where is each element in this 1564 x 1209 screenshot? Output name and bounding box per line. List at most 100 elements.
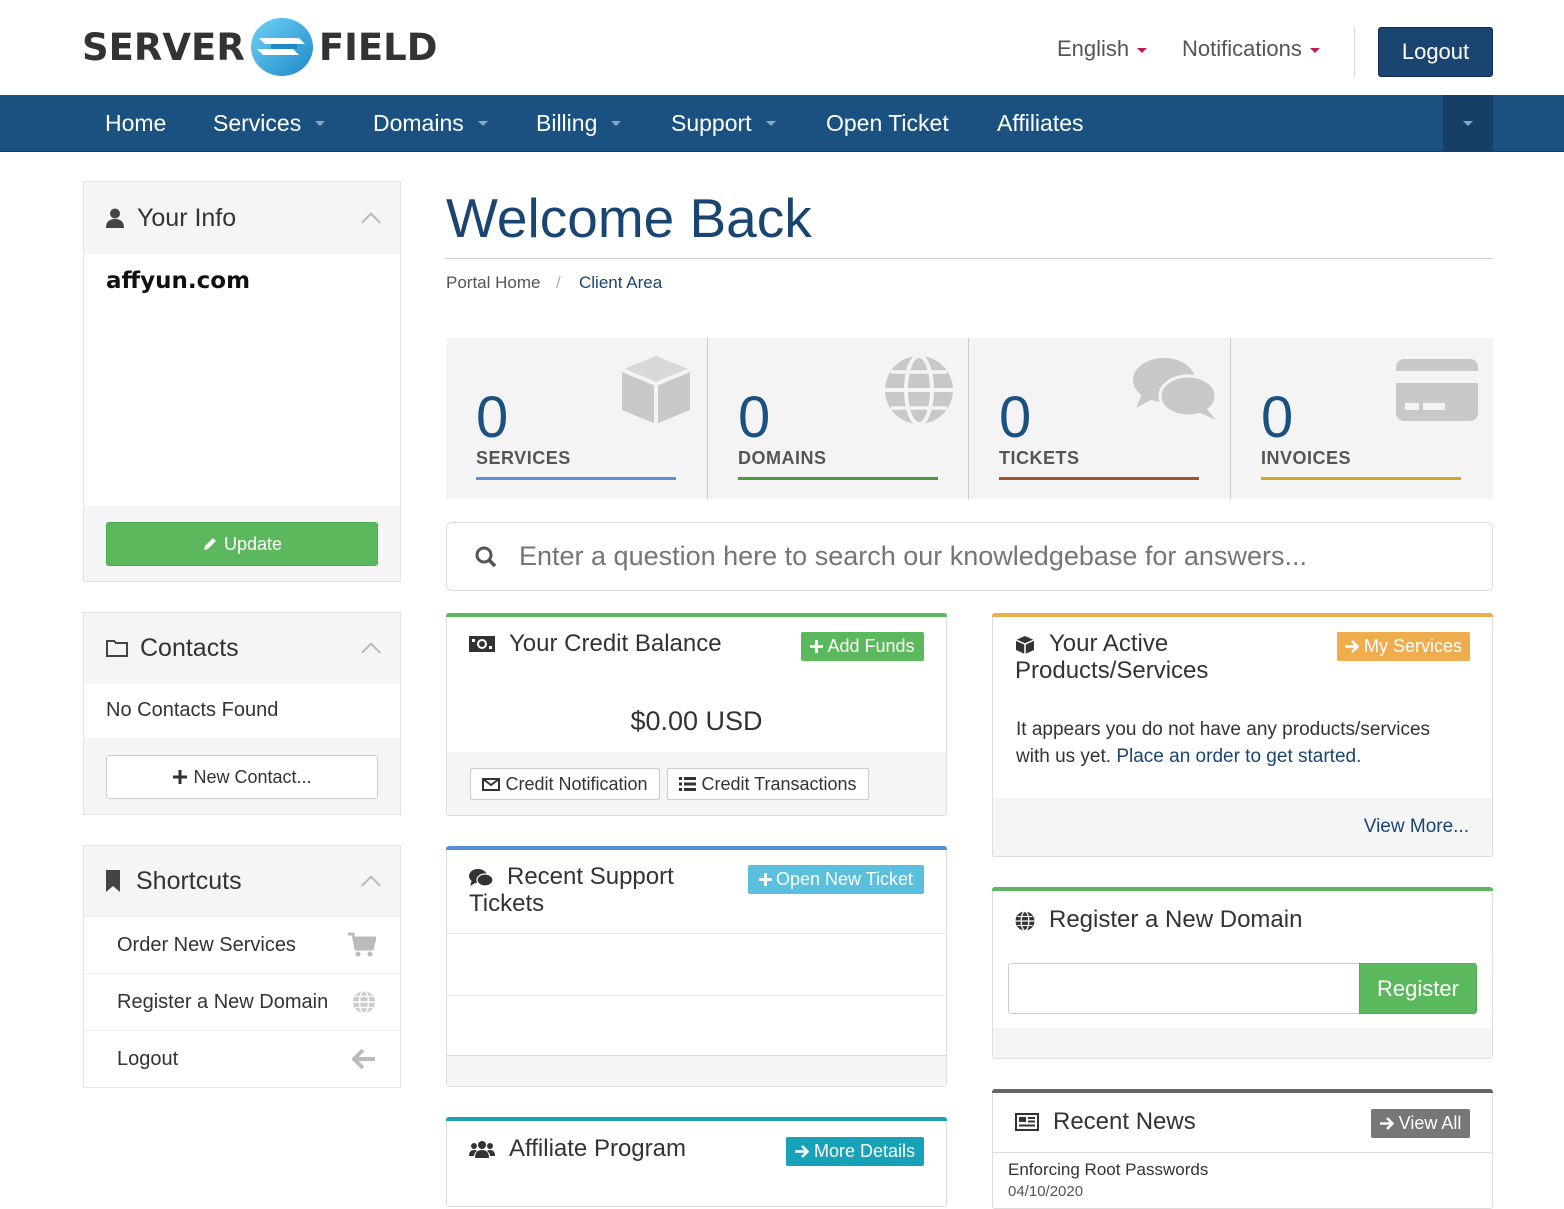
shortcut-logout[interactable]: Logout <box>84 1030 400 1087</box>
shortcuts-header[interactable]: Shortcuts <box>84 846 400 916</box>
card-title: Recent News <box>1015 1108 1196 1135</box>
card-title: Affiliate Program <box>469 1135 686 1162</box>
chevron-down-icon <box>315 121 326 126</box>
card-title-line1: Your Active <box>1049 630 1169 657</box>
comments-icon <box>469 869 493 887</box>
arrow-left-icon <box>352 1048 375 1070</box>
logo-text-left: SERVER <box>82 25 245 69</box>
domain-search-input[interactable] <box>1008 963 1360 1014</box>
language-selector[interactable]: English <box>1057 36 1148 62</box>
nav-open-ticket[interactable]: Open Ticket <box>826 95 949 152</box>
no-contacts-text: No Contacts Found <box>106 699 279 721</box>
card-accent <box>446 846 947 850</box>
register-button[interactable]: Register <box>1359 963 1477 1014</box>
nav-domains[interactable]: Domains <box>373 95 488 152</box>
list-divider <box>447 995 946 996</box>
credit-transactions-button[interactable]: Credit Transactions <box>667 768 869 800</box>
nav-services[interactable]: Services <box>213 95 326 152</box>
breadcrumb-separator: / <box>556 273 561 292</box>
chevron-up-icon[interactable] <box>361 212 381 233</box>
cube-icon <box>1015 636 1035 654</box>
arrow-right-icon <box>1344 640 1359 653</box>
logout-button[interactable]: Logout <box>1378 27 1493 77</box>
cube-icon <box>621 356 691 424</box>
affiliate-program-card: Affiliate Program More Details <box>446 1117 947 1207</box>
active-products-card: Your Active Products/Services My Service… <box>992 613 1493 857</box>
card-footer <box>993 1028 1492 1058</box>
add-funds-button[interactable]: Add Funds <box>801 632 924 661</box>
my-services-button[interactable]: My Services <box>1337 632 1470 661</box>
nav-label: Support <box>671 110 752 136</box>
card-title-line1: Recent Support <box>507 863 674 890</box>
no-products-text: It appears you do not have any products/… <box>1016 716 1466 770</box>
globe-icon <box>353 990 375 1014</box>
chevron-down-icon <box>611 121 622 126</box>
your-info-header[interactable]: Your Info <box>84 182 400 254</box>
search-input[interactable] <box>519 541 1419 572</box>
envelope-icon <box>482 777 501 791</box>
list-divider <box>993 1152 1492 1153</box>
place-order-link[interactable]: Place an order to get started. <box>1116 746 1361 767</box>
header-divider <box>1354 26 1355 78</box>
button-label: Open New Ticket <box>775 869 914 889</box>
nav-label: Open Ticket <box>826 110 949 136</box>
button-label: Credit Notification <box>505 773 648 794</box>
credit-notification-button[interactable]: Credit Notification <box>470 768 660 800</box>
card-footer <box>447 1055 946 1086</box>
contacts-header[interactable]: Contacts <box>84 613 400 683</box>
notifications-dropdown[interactable]: Notifications <box>1182 36 1320 62</box>
nav-home[interactable]: Home <box>105 95 166 152</box>
chevron-down-icon <box>477 121 488 126</box>
chevron-down-icon <box>1137 47 1148 53</box>
news-item-title[interactable]: Enforcing Root Passwords <box>1008 1160 1208 1180</box>
stat-domains[interactable]: 0 DOMAINS <box>708 338 968 499</box>
folder-icon <box>106 640 128 657</box>
stat-tickets[interactable]: 0 TICKETS <box>969 338 1230 499</box>
chevron-up-icon[interactable] <box>361 642 381 663</box>
card-title: Your Active Products/Services <box>1015 630 1208 684</box>
update-button[interactable]: Update <box>106 522 378 566</box>
stat-invoices[interactable]: 0 INVOICES <box>1231 338 1493 499</box>
chevron-down-icon <box>765 121 776 126</box>
plus-icon <box>758 873 772 886</box>
card-title: Your Credit Balance <box>469 630 722 657</box>
recent-news-card: Recent News View All Enforcing Root Pass… <box>992 1089 1493 1209</box>
shortcut-register-domain[interactable]: Register a New Domain <box>84 973 400 1030</box>
stat-label: SERVICES <box>476 448 571 468</box>
nav-label: Home <box>105 110 167 136</box>
stat-underline <box>476 477 676 480</box>
card-title-text: Recent News <box>1053 1108 1196 1135</box>
breadcrumb-home[interactable]: Portal Home <box>446 273 540 293</box>
globe-icon <box>1015 911 1035 931</box>
stat-underline <box>738 477 938 480</box>
stat-label: DOMAINS <box>738 448 827 468</box>
title-divider <box>446 258 1493 259</box>
nav-account-menu[interactable] <box>1443 95 1493 152</box>
card-title: Recent Support Tickets <box>469 863 674 917</box>
register-domain-card: Register a New Domain Register <box>992 887 1493 1059</box>
money-icon <box>469 636 495 652</box>
search-icon[interactable] <box>475 546 497 568</box>
stat-underline <box>1261 477 1461 480</box>
card-title-text: Register a New Domain <box>1049 906 1303 933</box>
list-icon <box>679 777 697 791</box>
shortcut-order-new-services[interactable]: Order New Services <box>84 916 400 973</box>
your-info-panel: Your Info affyun.com Update <box>83 181 401 582</box>
stat-services[interactable]: 0 SERVICES <box>446 338 707 499</box>
chevron-down-icon <box>1309 47 1320 53</box>
nav-billing[interactable]: Billing <box>536 95 622 152</box>
nav-affiliates[interactable]: Affiliates <box>997 95 1084 152</box>
client-name: affyun.com <box>106 268 251 294</box>
view-more-link[interactable]: View More... <box>1364 816 1469 838</box>
chevron-up-icon[interactable] <box>361 875 381 896</box>
nav-support[interactable]: Support <box>671 95 776 152</box>
nav-label: Domains <box>373 110 464 136</box>
view-all-news-button[interactable]: View All <box>1371 1109 1470 1138</box>
new-contact-button[interactable]: New Contact... <box>106 755 378 799</box>
brand-logo[interactable]: SERVER FIELD <box>82 12 437 82</box>
more-details-button[interactable]: More Details <box>786 1137 924 1166</box>
update-label: Update <box>223 533 283 554</box>
card-accent <box>992 613 1493 617</box>
stat-label: INVOICES <box>1261 448 1352 468</box>
open-new-ticket-button[interactable]: Open New Ticket <box>748 865 924 894</box>
